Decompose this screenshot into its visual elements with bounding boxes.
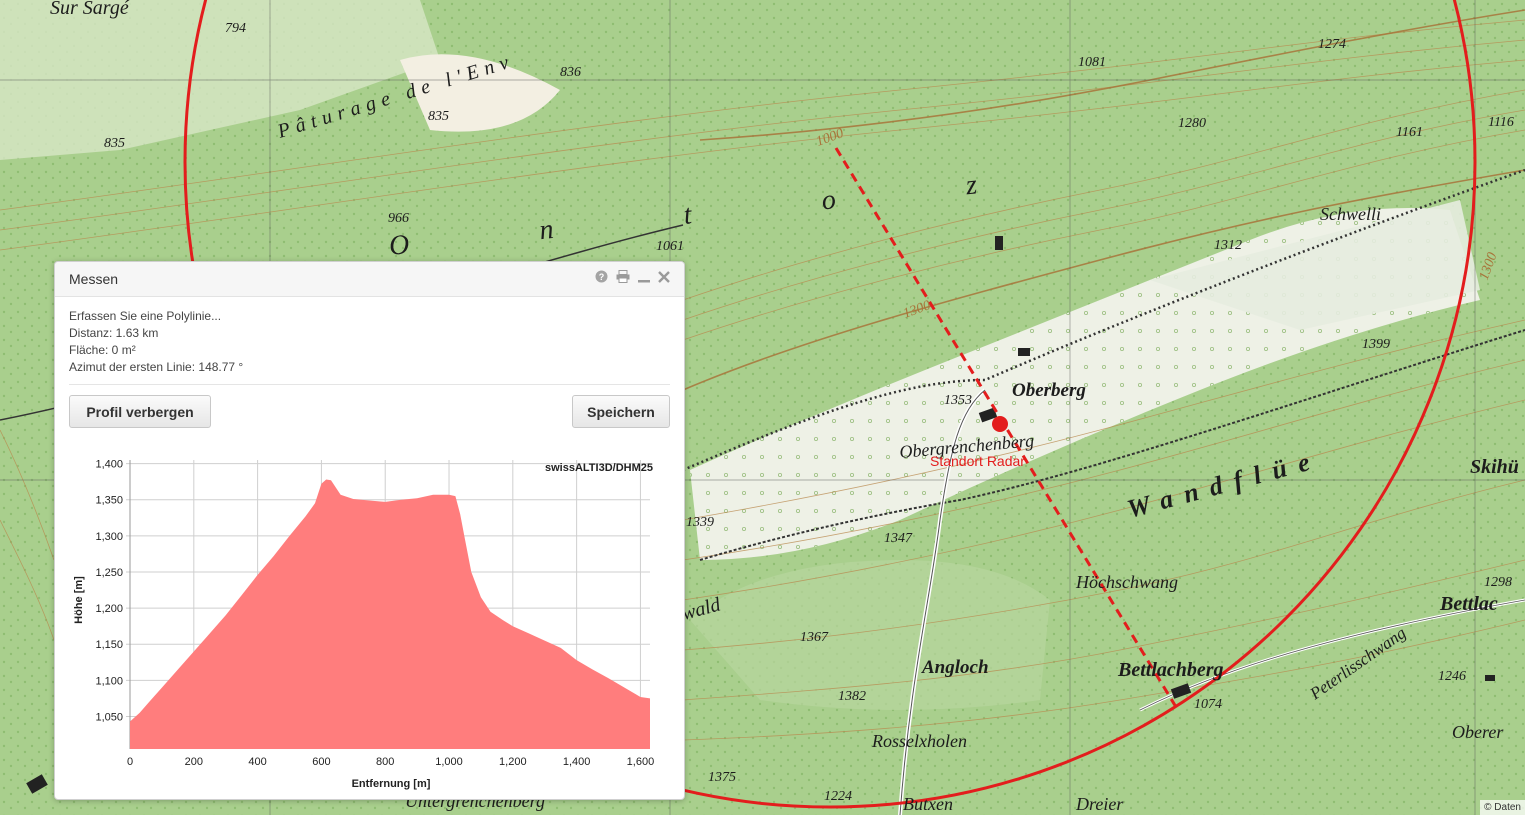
copyright-notice[interactable]: © Daten — [1480, 800, 1525, 815]
y-tick-label: 1,300 — [95, 531, 123, 543]
x-tick-label: 1,200 — [499, 756, 527, 768]
spot-height: 1298 — [1484, 575, 1512, 590]
y-tick-label: 1,350 — [95, 495, 123, 507]
x-tick-label: 400 — [248, 756, 266, 768]
minimize-icon[interactable] — [638, 270, 650, 287]
panel-controls: ? — [595, 270, 670, 287]
svg-text:?: ? — [599, 272, 605, 282]
spot-height: 1312 — [1214, 238, 1242, 253]
spot-height: 1161 — [1396, 125, 1423, 140]
area-value: Fläche: 0 m² — [69, 343, 136, 357]
distance-value: Distanz: 1.63 km — [69, 326, 159, 340]
map-label: Dreier — [1075, 794, 1124, 814]
spot-height: 1399 — [1362, 337, 1390, 352]
x-tick-label: 1,000 — [435, 756, 463, 768]
divider — [69, 384, 670, 385]
y-tick-label: 1,250 — [95, 567, 123, 579]
radar-location-label: Standort Radar — [930, 453, 1025, 469]
spot-height: 1353 — [944, 393, 972, 408]
spot-height: 1367 — [800, 630, 829, 645]
spot-height: 1224 — [824, 789, 852, 804]
y-tick-label: 1,400 — [95, 459, 123, 471]
spot-height: 794 — [225, 21, 246, 36]
map-label: Schwelli — [1320, 204, 1381, 224]
spot-height: 1074 — [1194, 697, 1222, 712]
map-label: Oberer — [1452, 722, 1504, 742]
map-label: Bettlachberg — [1117, 659, 1224, 681]
spot-height: 835 — [104, 136, 125, 151]
map-label: Bettlac — [1439, 593, 1498, 615]
elevation-profile-chart: 0 200 400 600 800 1,000 1,200 1,400 1,600 1,050 1… — [73, 459, 655, 790]
spot-height: 1382 — [838, 689, 866, 704]
map-label: Skihü — [1470, 456, 1519, 478]
map-label: Angloch — [921, 657, 989, 678]
map-label: Butxen — [903, 794, 953, 814]
spot-height: 835 — [428, 109, 449, 124]
x-axis-label: Entfernung [m] — [352, 778, 431, 790]
y-tick-label: 1,200 — [95, 603, 123, 615]
x-tick-label: 1,400 — [563, 756, 591, 768]
spot-height: 1375 — [708, 770, 736, 785]
source-label: swissALTI3D/DHM25 — [545, 462, 653, 474]
instruction-text: Erfassen Sie eine Polylinie... — [69, 309, 222, 323]
measure-info: Erfassen Sie eine Polylinie... Distanz: … — [69, 308, 243, 376]
print-icon[interactable] — [616, 270, 630, 287]
spot-height: 966 — [388, 211, 409, 226]
y-tick-label: 1,150 — [95, 639, 123, 651]
x-tick-label: 600 — [312, 756, 330, 768]
hide-profile-button[interactable]: Profil verbergen — [69, 395, 211, 428]
panel-title: Messen — [69, 271, 119, 287]
y-axis-label: Höhe [m] — [73, 576, 85, 624]
spot-height: 1280 — [1178, 116, 1206, 131]
spot-height: 1246 — [1438, 669, 1466, 684]
spot-height: 1081 — [1078, 55, 1106, 70]
measure-panel: Messen ? Erfassen Sie eine Polylinie... … — [54, 261, 685, 800]
spot-height: 1339 — [686, 515, 714, 530]
save-button[interactable]: Speichern — [572, 395, 670, 428]
spot-height: 1061 — [656, 239, 684, 254]
x-tick-label: 800 — [376, 756, 394, 768]
map-label: Oberberg — [1012, 380, 1086, 401]
azimuth-value: Azimut der ersten Linie: 148.77 ° — [69, 360, 244, 374]
spot-height: 1274 — [1318, 37, 1346, 52]
elevation-area — [130, 479, 650, 749]
spot-height: 1347 — [884, 531, 913, 546]
map-label: Höchschwang — [1075, 572, 1178, 592]
panel-header[interactable]: Messen ? — [55, 262, 684, 297]
map-label: Rosselxholen — [871, 731, 967, 751]
y-tick-label: 1,100 — [95, 675, 123, 687]
spot-height: 1116 — [1488, 115, 1514, 130]
x-tick-label: 200 — [185, 756, 203, 768]
spot-height: 836 — [560, 65, 581, 80]
map-label: Sur Sargé — [50, 0, 130, 19]
x-tick-label: 0 — [127, 756, 133, 768]
help-icon[interactable]: ? — [595, 270, 608, 287]
x-tick-label: 1,600 — [627, 756, 655, 768]
y-tick-label: 1,050 — [95, 711, 123, 723]
close-icon[interactable] — [658, 270, 670, 287]
radar-location-marker — [992, 416, 1008, 432]
